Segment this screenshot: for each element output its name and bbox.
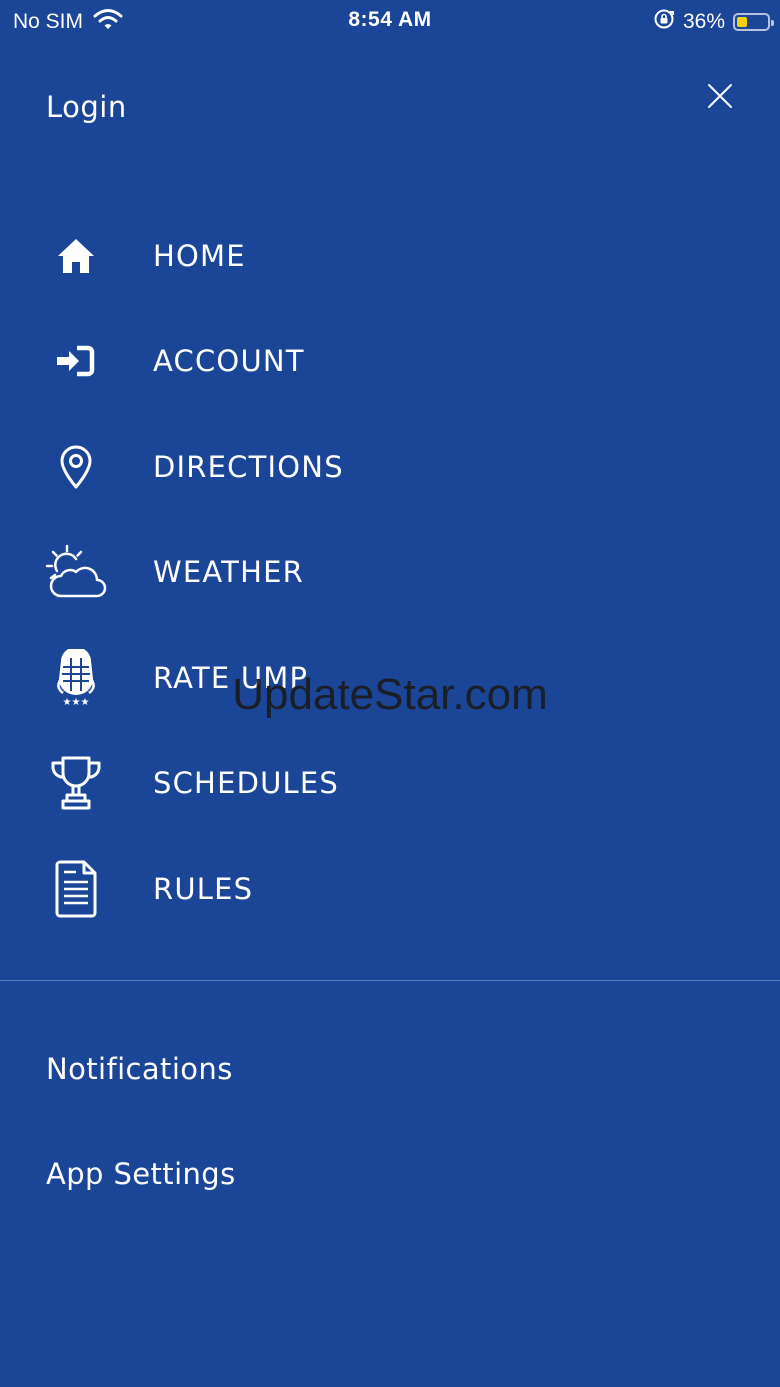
app-settings-link[interactable]: App Settings xyxy=(46,1157,236,1191)
map-pin-icon xyxy=(44,435,108,499)
rotation-lock-icon xyxy=(653,8,675,36)
menu-item-account[interactable]: ACCOUNT xyxy=(0,309,780,415)
menu-label-schedules: SCHEDULES xyxy=(153,766,340,801)
main-menu: HOME ACCOUNT DIRECTIONS WEATHER ★★★ RATE… xyxy=(0,203,780,942)
umpire-mask-icon: ★★★ xyxy=(44,646,108,710)
document-icon xyxy=(44,857,108,921)
notifications-link[interactable]: Notifications xyxy=(46,1052,233,1086)
close-icon[interactable] xyxy=(704,80,736,112)
menu-label-weather: WEATHER xyxy=(153,555,304,590)
partly-cloudy-icon xyxy=(44,540,108,604)
menu-item-weather[interactable]: WEATHER xyxy=(0,520,780,626)
menu-label-home: HOME xyxy=(153,238,246,273)
menu-label-rate-ump: RATE UMP xyxy=(153,660,309,695)
menu-divider xyxy=(0,980,780,981)
login-link[interactable]: Login xyxy=(46,90,127,124)
svg-text:★★★: ★★★ xyxy=(63,697,90,707)
status-right: 36% xyxy=(653,8,774,36)
trophy-icon xyxy=(44,751,108,815)
status-bar: No SIM 8:54 AM 36% xyxy=(0,0,780,40)
menu-item-rate-ump[interactable]: ★★★ RATE UMP xyxy=(0,625,780,731)
menu-item-rules[interactable]: RULES xyxy=(0,836,780,942)
menu-label-account: ACCOUNT xyxy=(153,344,305,379)
battery-nub xyxy=(771,20,774,26)
menu-item-home[interactable]: HOME xyxy=(0,203,780,309)
battery-percent: 36% xyxy=(682,10,725,33)
menu-item-schedules[interactable]: SCHEDULES xyxy=(0,731,780,837)
home-icon xyxy=(44,224,108,288)
menu-label-rules: RULES xyxy=(153,871,254,906)
sign-in-icon xyxy=(44,329,108,393)
battery-icon xyxy=(733,13,774,31)
menu-item-directions[interactable]: DIRECTIONS xyxy=(0,414,780,520)
battery-fill xyxy=(737,17,747,27)
menu-label-directions: DIRECTIONS xyxy=(153,449,344,484)
